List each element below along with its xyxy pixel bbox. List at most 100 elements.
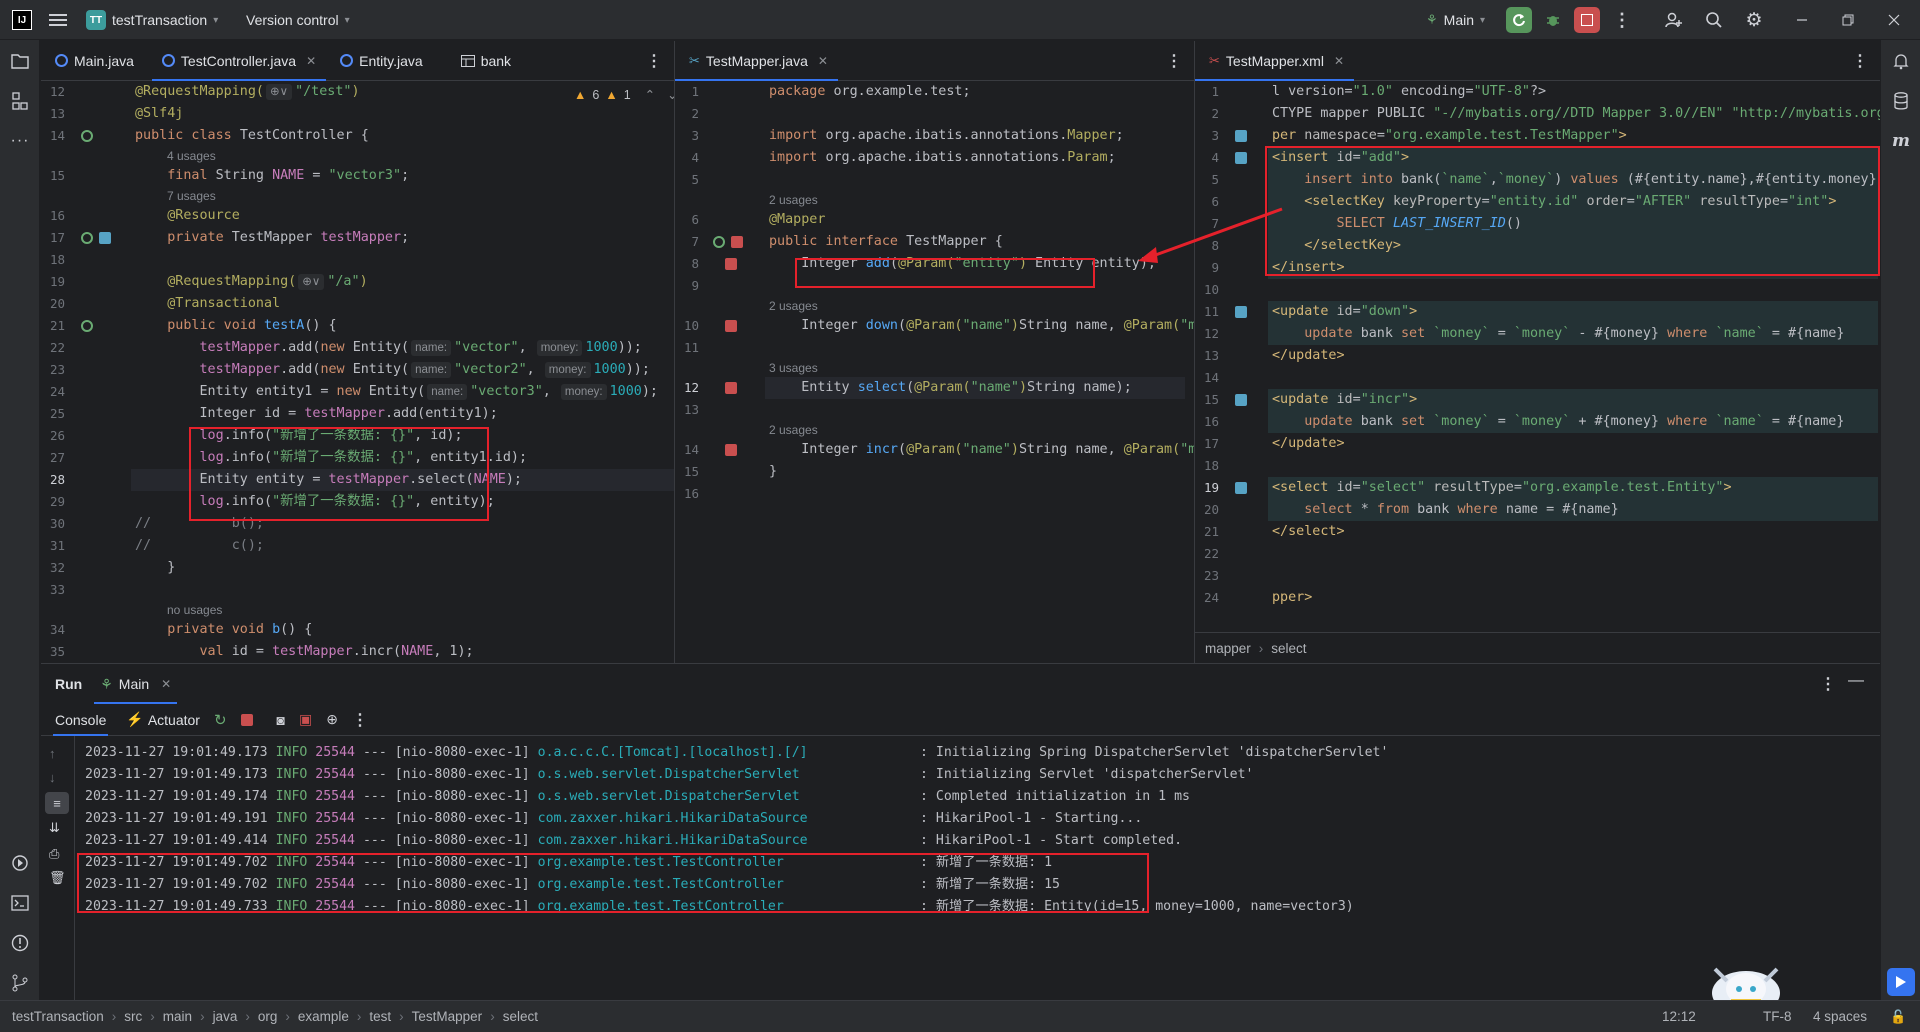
- spring-bean-icon[interactable]: [713, 236, 725, 248]
- code-line[interactable]: update bank set `money` = `money` + #{mo…: [1272, 411, 1844, 433]
- line-number[interactable]: 24: [1195, 587, 1219, 609]
- code-line[interactable]: @Transactional: [135, 293, 280, 315]
- line-number[interactable]: 2: [1195, 103, 1219, 125]
- log-line[interactable]: 2023-11-27 19:01:49.414 INFO 25544 --- […: [85, 830, 1182, 852]
- line-number[interactable]: 11: [675, 337, 699, 359]
- code-line[interactable]: private TestMapper testMapper;: [135, 227, 409, 249]
- code-line[interactable]: public void testA() {: [135, 315, 336, 337]
- gear-icon[interactable]: ⚙: [1744, 10, 1764, 31]
- debug-button[interactable]: [1540, 7, 1566, 33]
- code-line[interactable]: import org.apache.ibatis.annotations.Map…: [769, 125, 1124, 147]
- breadcrumb-item[interactable]: testTransaction: [12, 1009, 104, 1024]
- line-number[interactable]: 14: [675, 439, 699, 461]
- mybatis-navigate-icon[interactable]: [725, 444, 737, 456]
- tab-console[interactable]: Console: [53, 704, 108, 736]
- breadcrumb-mapper[interactable]: mapper: [1205, 641, 1251, 656]
- tab-bank[interactable]: bank: [451, 41, 521, 81]
- code-line[interactable]: Entity entity1 = new Entity(name: "vector…: [135, 381, 658, 403]
- line-number[interactable]: 22: [41, 337, 65, 359]
- tab-options-icon[interactable]: ⋮: [646, 51, 662, 71]
- code-line[interactable]: Integer down(@Param("name")String name, …: [769, 315, 1194, 337]
- tab-testmapper-xml[interactable]: ✂ TestMapper.xml ✕: [1195, 41, 1354, 81]
- breadcrumb-select[interactable]: select: [1271, 641, 1306, 656]
- terminal-icon[interactable]: [9, 892, 31, 914]
- lock-icon[interactable]: 🔓: [1890, 1009, 1906, 1025]
- structure-icon[interactable]: [9, 90, 31, 112]
- log-line[interactable]: 2023-11-27 19:01:49.174 INFO 25544 --- […: [85, 786, 1190, 808]
- line-number[interactable]: 4: [675, 147, 699, 169]
- code-line[interactable]: import org.apache.ibatis.annotations.Par…: [769, 147, 1116, 169]
- scroll-to-end-icon[interactable]: ⇊: [49, 820, 60, 836]
- code-line[interactable]: @Resource: [135, 205, 240, 227]
- usages-hint[interactable]: 2 usages: [769, 421, 818, 439]
- line-number[interactable]: 22: [1195, 543, 1219, 565]
- line-number[interactable]: 32: [41, 557, 65, 579]
- code-area[interactable]: 12 @RequestMapping(⊕∨ "/test") 13 @Slf4j 14 pu…: [41, 81, 674, 663]
- tab-options-icon[interactable]: ⋮: [1852, 51, 1868, 71]
- line-number[interactable]: 6: [675, 209, 699, 231]
- line-number[interactable]: 20: [1195, 499, 1219, 521]
- code-line[interactable]: @Mapper: [769, 209, 825, 231]
- database-icon[interactable]: [1890, 90, 1912, 112]
- usages-hint[interactable]: 4 usages: [167, 147, 216, 165]
- mybatis-navigate-icon[interactable]: [99, 232, 111, 244]
- code-line[interactable]: </update>: [1272, 345, 1345, 367]
- breadcrumb-item[interactable]: test: [369, 1009, 391, 1024]
- code-line[interactable]: public interface TestMapper {: [769, 231, 1003, 253]
- mybatis-navigate-icon[interactable]: [725, 320, 737, 332]
- usages-hint[interactable]: 2 usages: [769, 297, 818, 315]
- code-line[interactable]: }: [135, 557, 175, 579]
- chevron-up-icon[interactable]: ⌃: [645, 87, 655, 102]
- code-line[interactable]: Integer id = testMapper.add(entity1);: [135, 403, 497, 425]
- line-number[interactable]: 2: [675, 103, 699, 125]
- layout-icon[interactable]: ⊕: [326, 711, 338, 728]
- line-number[interactable]: 28: [41, 469, 65, 491]
- line-number[interactable]: 14: [1195, 367, 1219, 389]
- mybatis-navigate-icon[interactable]: [1235, 482, 1247, 494]
- line-number[interactable]: 3: [675, 125, 699, 147]
- line-number[interactable]: 15: [675, 461, 699, 483]
- usages-hint[interactable]: 2 usages: [769, 191, 818, 209]
- code-line[interactable]: final String NAME = "vector3";: [135, 165, 409, 187]
- code-line[interactable]: </select>: [1272, 521, 1345, 543]
- ai-assistant-icon[interactable]: [1887, 968, 1915, 996]
- code-line[interactable]: package org.example.test;: [769, 81, 971, 103]
- folder-icon[interactable]: [9, 50, 31, 72]
- line-number[interactable]: 31: [41, 535, 65, 557]
- line-number[interactable]: 23: [1195, 565, 1219, 587]
- line-number[interactable]: 7: [675, 231, 699, 253]
- line-number[interactable]: 13: [675, 399, 699, 421]
- code-line[interactable]: private void b() {: [135, 619, 312, 641]
- line-number[interactable]: 17: [41, 227, 65, 249]
- line-number[interactable]: 1: [1195, 81, 1219, 103]
- line-number[interactable]: 29: [41, 491, 65, 513]
- mybatis-navigate-icon[interactable]: [1235, 152, 1247, 164]
- camera-icon[interactable]: ◙: [277, 712, 285, 728]
- project-selector[interactable]: TT testTransaction ▾: [86, 8, 218, 32]
- line-number[interactable]: 19: [1195, 477, 1219, 499]
- log-line[interactable]: 2023-11-27 19:01:49.173 INFO 25544 --- […: [85, 764, 1253, 786]
- main-menu-icon[interactable]: [48, 10, 68, 30]
- code-line[interactable]: per namespace="org.example.test.TestMapp…: [1272, 125, 1627, 147]
- breadcrumb-item[interactable]: src: [124, 1009, 142, 1024]
- line-number[interactable]: 10: [1195, 279, 1219, 301]
- line-number[interactable]: 16: [41, 205, 65, 227]
- code-line[interactable]: l version="1.0" encoding="UTF-8"?>: [1272, 81, 1546, 103]
- close-button[interactable]: [1884, 10, 1904, 30]
- line-number[interactable]: 21: [1195, 521, 1219, 543]
- file-encoding[interactable]: TF-8: [1763, 1009, 1792, 1024]
- line-number[interactable]: 10: [675, 315, 699, 337]
- tab-options-icon[interactable]: ⋮: [1166, 51, 1182, 71]
- hide-panel-icon[interactable]: —: [1848, 672, 1864, 690]
- line-number[interactable]: 33: [41, 579, 65, 601]
- breadcrumb-item[interactable]: org: [258, 1009, 278, 1024]
- code-line[interactable]: Entity select(@Param("name")String name)…: [769, 377, 1132, 399]
- line-number[interactable]: 30: [41, 513, 65, 535]
- line-number[interactable]: 8: [675, 253, 699, 275]
- code-line[interactable]: <update id="incr">: [1272, 389, 1417, 411]
- line-number[interactable]: 20: [41, 293, 65, 315]
- chevron-down-icon[interactable]: ⌄: [667, 87, 674, 102]
- spring-bean-icon[interactable]: [81, 232, 93, 244]
- problems-icon[interactable]: [9, 932, 31, 954]
- line-number[interactable]: 1: [675, 81, 699, 103]
